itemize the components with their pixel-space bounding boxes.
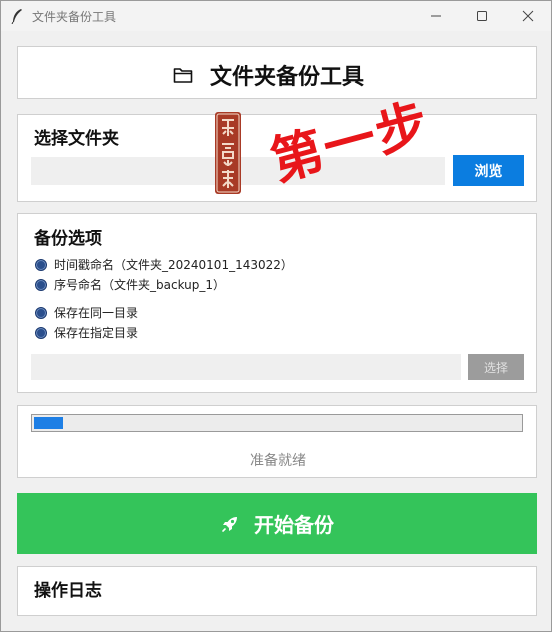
seal-stamp <box>215 112 241 194</box>
radio-label: 序号命名（文件夹_backup_1） <box>54 278 226 292</box>
feather-icon <box>11 9 22 24</box>
folder-section-title: 选择文件夹 <box>34 129 119 149</box>
radio-button[interactable] <box>35 278 47 291</box>
app-window: 文件夹备份工具 文件夹备份工具 选择文件夹 浏览 第一步 备份选项 时间戳命名（… <box>0 0 552 632</box>
radio-custom-directory[interactable]: 保存在指定目录 <box>35 324 138 341</box>
minimize-button[interactable] <box>413 1 459 31</box>
rocket-icon <box>222 516 237 532</box>
target-dir-input[interactable] <box>31 354 461 380</box>
close-button[interactable] <box>505 1 551 31</box>
radio-timestamp-naming[interactable]: 时间戳命名（文件夹_20240101_143022） <box>35 256 293 273</box>
status-text: 准备就绪 <box>250 453 306 469</box>
backup-options-panel: 备份选项 时间戳命名（文件夹_20240101_143022） 序号命名（文件夹… <box>17 213 537 393</box>
radio-sequence-naming[interactable]: 序号命名（文件夹_backup_1） <box>35 276 225 293</box>
progress-bar <box>31 414 523 432</box>
radio-button[interactable] <box>35 306 47 319</box>
progress-fill <box>34 417 63 429</box>
choose-dir-button[interactable]: 选择 <box>468 354 524 380</box>
window-title: 文件夹备份工具 <box>32 10 117 24</box>
radio-same-directory[interactable]: 保存在同一目录 <box>35 304 138 321</box>
log-panel: 操作日志 <box>17 566 537 616</box>
start-backup-label: 开始备份 <box>254 513 334 537</box>
header-panel: 文件夹备份工具 <box>17 46 537 99</box>
page-title: 文件夹备份工具 <box>210 64 365 90</box>
progress-panel: 准备就绪 <box>17 405 537 478</box>
radio-label: 保存在同一目录 <box>54 306 139 320</box>
radio-button[interactable] <box>35 258 47 271</box>
radio-label: 时间戳命名（文件夹_20240101_143022） <box>54 258 293 272</box>
options-section-title: 备份选项 <box>34 229 102 249</box>
radio-label: 保存在指定目录 <box>54 326 139 340</box>
maximize-icon <box>477 11 487 21</box>
title-bar: 文件夹备份工具 <box>1 1 551 31</box>
start-backup-button[interactable]: 开始备份 <box>17 493 537 554</box>
log-section-title: 操作日志 <box>34 581 102 601</box>
radio-button[interactable] <box>35 326 47 339</box>
close-icon <box>522 10 534 22</box>
minimize-icon <box>431 15 441 17</box>
browse-button[interactable]: 浏览 <box>453 155 524 186</box>
maximize-button[interactable] <box>459 1 505 31</box>
folder-icon <box>173 68 193 83</box>
